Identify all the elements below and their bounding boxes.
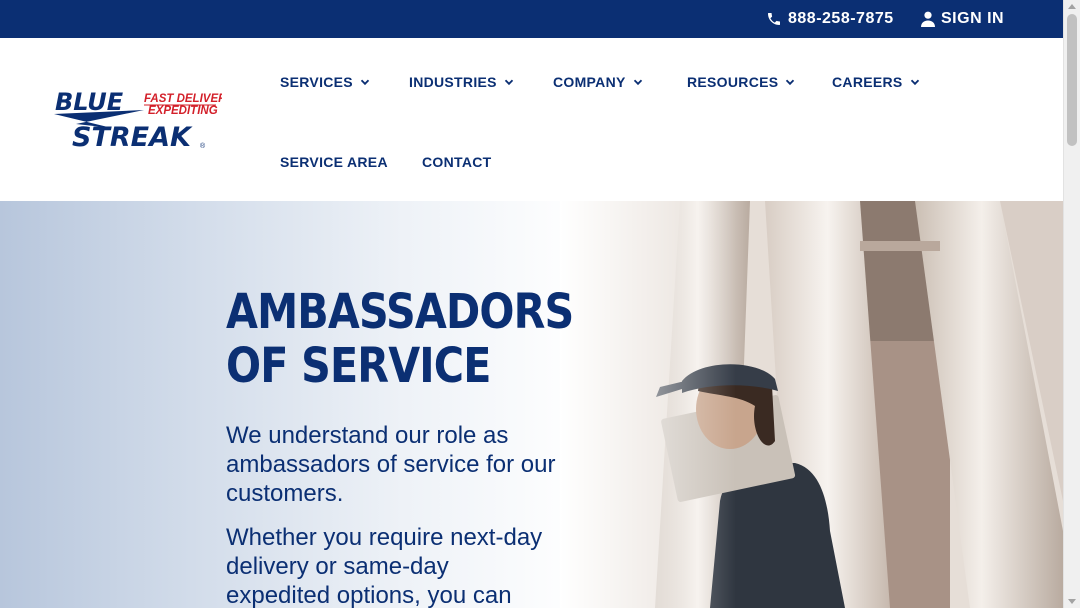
chevron-down-icon [910, 79, 919, 86]
phone-icon [768, 13, 780, 25]
nav-services-label: SERVICES [280, 74, 353, 90]
nav-industries-label: INDUSTRIES [409, 74, 497, 90]
scroll-down-arrow-icon[interactable] [1068, 599, 1076, 604]
hero-photo [560, 201, 1063, 608]
nav-resources-label: RESOURCES [687, 74, 779, 90]
hero-title: AMBASSADORS OF SERVICE [226, 284, 574, 394]
hero-section: AMBASSADORS OF SERVICE We understand our… [0, 201, 1063, 608]
user-icon [921, 11, 935, 27]
hero-paragraph-2: Whether you require next-day delivery or… [226, 524, 543, 608]
registered-mark: ® [200, 142, 206, 150]
logo-line2: STREAK [72, 122, 193, 152]
scroll-up-arrow-icon[interactable] [1068, 4, 1076, 9]
site-header: BLUE FAST DELIVERY EXPEDITING STREAK ® S… [0, 38, 1063, 201]
logo-line1: BLUE [55, 88, 124, 116]
scrollbar-thumb[interactable] [1067, 14, 1077, 146]
chevron-down-icon [360, 79, 370, 86]
chevron-down-icon [786, 79, 795, 86]
sign-in-label: SIGN IN [941, 10, 1005, 27]
nav-careers[interactable]: CAREERS [832, 74, 920, 90]
hero-title-line2: OF SERVICE [226, 338, 491, 394]
nav-careers-label: CAREERS [832, 74, 903, 90]
nav-contact-label: CONTACT [422, 154, 492, 170]
blue-streak-logo[interactable]: BLUE FAST DELIVERY EXPEDITING STREAK ® [52, 88, 235, 153]
page-scrollbar[interactable] [1063, 0, 1080, 608]
hero-title-line1: AMBASSADORS [226, 284, 574, 340]
logo-graphic: BLUE FAST DELIVERY EXPEDITING STREAK ® [54, 88, 235, 153]
phone-link[interactable]: 888-258-7875 [766, 0, 894, 38]
nav-service-area-label: SERVICE AREA [280, 154, 388, 170]
nav-company-label: COMPANY [553, 74, 626, 90]
top-utility-bar: 888-258-7875 SIGN IN [0, 0, 1063, 38]
chevron-down-icon [504, 79, 513, 86]
phone-number: 888-258-7875 [788, 10, 894, 27]
nav-contact[interactable]: CONTACT [422, 154, 492, 170]
chevron-down-icon [633, 79, 642, 86]
nav-services[interactable]: SERVICES [280, 74, 370, 90]
logo-tagline2: EXPEDITING [148, 105, 218, 117]
nav-service-area[interactable]: SERVICE AREA [280, 154, 388, 170]
nav-resources[interactable]: RESOURCES [687, 74, 795, 90]
nav-industries[interactable]: INDUSTRIES [409, 74, 514, 90]
logo-tagline1: FAST DELIVERY [144, 93, 222, 105]
hero-paragraph-1: We understand our role as ambassadors of… [226, 422, 556, 507]
sign-in-link[interactable]: SIGN IN [921, 0, 1004, 38]
nav-company[interactable]: COMPANY [553, 74, 643, 90]
